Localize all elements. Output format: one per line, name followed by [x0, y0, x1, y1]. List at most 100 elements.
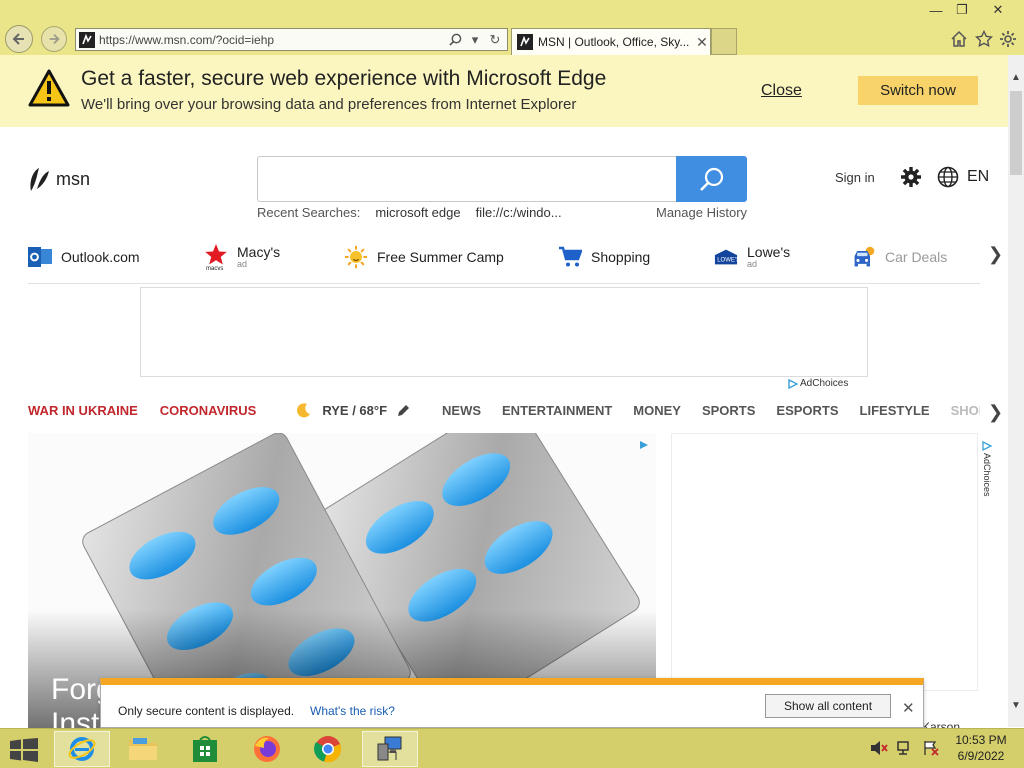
sun-icon [344, 245, 368, 269]
taskbar-file-explorer[interactable] [115, 731, 171, 767]
svg-text:macys: macys [206, 266, 223, 270]
taskbar-chrome[interactable] [300, 731, 356, 767]
settings-gear-icon[interactable] [899, 165, 923, 194]
internet-explorer-icon [68, 737, 96, 761]
scroll-thumb[interactable] [1010, 91, 1022, 175]
quicklink-car-deals[interactable]: Car Deals [852, 240, 947, 274]
action-center-flag-icon[interactable] [922, 740, 940, 756]
taskbar-internet-explorer[interactable] [54, 731, 110, 767]
switch-now-button[interactable]: Switch now [858, 76, 978, 105]
banner-ad-slot[interactable] [140, 287, 868, 377]
network-computer-icon [377, 736, 402, 761]
windows-logo-icon [10, 738, 38, 762]
recent-search-item[interactable]: microsoft edge [375, 205, 460, 220]
recent-search-item[interactable]: file://c:/windo... [476, 205, 562, 220]
nav-money[interactable]: MONEY [633, 403, 681, 418]
vertical-scrollbar[interactable]: ▲ ▼ [1008, 55, 1024, 727]
ad-tag: ad [237, 259, 248, 269]
tab-close-icon[interactable]: ✕ [694, 34, 710, 51]
weather-widget[interactable]: RYE / 68°F [296, 402, 410, 418]
search-icon [699, 167, 723, 191]
recent-searches-label: Recent Searches: [257, 205, 361, 220]
search-button[interactable] [676, 156, 747, 202]
adchoices-icon[interactable] [639, 440, 649, 450]
clock-date: 6/9/2022 [957, 749, 1005, 763]
dropdown-chevron-icon[interactable]: ▾ [467, 32, 483, 48]
back-button[interactable] [5, 25, 33, 53]
quicklink-label: Lowe's ad [747, 244, 791, 269]
whats-the-risk-link[interactable]: What's the risk? [310, 704, 395, 718]
scroll-up-icon[interactable]: ▲ [1008, 69, 1024, 85]
folder-icon [129, 738, 157, 760]
forward-button[interactable] [41, 26, 67, 52]
clock-time: 10:53 PM [955, 733, 1007, 747]
quicklink-label: Outlook.com [61, 249, 140, 265]
quicklink-label: Macy's ad [237, 244, 281, 269]
banner-subtitle: We'll bring over your browsing data and … [81, 96, 577, 113]
side-ad-slot[interactable] [671, 433, 978, 691]
settings-gear-icon[interactable] [997, 28, 1019, 50]
taskbar-store[interactable] [177, 731, 233, 767]
quicklinks-next-chevron-icon[interactable]: ❯ [988, 244, 1003, 265]
language-selector[interactable]: EN [937, 166, 989, 188]
adchoices-label: AdChoices [800, 378, 849, 389]
msn-logo[interactable]: msn [28, 165, 90, 193]
close-icon[interactable]: ✕ [902, 699, 915, 717]
nav-esports[interactable]: ESPORTS [776, 403, 838, 418]
warning-icon [28, 69, 70, 107]
start-button[interactable] [10, 738, 38, 767]
new-tab-button[interactable] [711, 28, 737, 55]
system-clock[interactable]: 10:53 PM 6/9/2022 [944, 732, 1018, 764]
nav-sports[interactable]: SPORTS [702, 403, 755, 418]
lowes-icon: LOWE'S [714, 245, 738, 269]
close-window-button[interactable]: ✕ [976, 0, 1020, 20]
nav-war-in-ukraine[interactable]: WAR IN UKRAINE [28, 403, 138, 418]
network-icon[interactable] [896, 740, 914, 756]
nav-next-chevron-icon[interactable]: ❯ [988, 402, 1003, 423]
mixed-content-notification: Only secure content is displayed. What's… [100, 678, 924, 728]
moon-icon [297, 403, 311, 418]
msn-butterfly-icon [30, 168, 49, 191]
nav-news[interactable]: NEWS [442, 403, 481, 418]
refresh-icon[interactable]: ↻ [487, 32, 503, 48]
show-all-content-button[interactable]: Show all content [765, 694, 891, 718]
address-bar[interactable]: https://www.msn.com/?ocid=iehp ▾ ↻ [75, 28, 508, 51]
scroll-down-icon[interactable]: ▼ [1008, 697, 1024, 713]
adchoices-link[interactable]: AdChoices [788, 378, 848, 389]
macys-star-icon: macys [204, 244, 228, 270]
msn-tab-favicon-icon [517, 34, 533, 50]
home-icon[interactable] [948, 28, 970, 50]
banner-close-link[interactable]: Close [761, 82, 802, 100]
globe-icon [937, 166, 959, 188]
nav-shopping[interactable]: SHOPPI [951, 403, 980, 418]
taskbar-network-app[interactable] [362, 731, 418, 767]
favorites-star-icon[interactable] [973, 28, 995, 50]
nav-entertainment[interactable]: ENTERTAINMENT [502, 403, 612, 418]
nav-coronavirus[interactable]: CORONAVIRUS [160, 403, 257, 418]
search-icon[interactable] [447, 32, 463, 48]
address-url[interactable]: https://www.msn.com/?ocid=iehp [99, 33, 447, 47]
quicklink-macys[interactable]: macys Macy's ad [204, 240, 280, 274]
sign-in-link[interactable]: Sign in [835, 170, 875, 185]
search-input[interactable] [257, 156, 677, 202]
tab-msn[interactable]: MSN | Outlook, Office, Sky... ✕ [511, 28, 711, 55]
system-tray [870, 740, 940, 756]
quicklink-summer-camp[interactable]: Free Summer Camp [344, 240, 504, 274]
quicklink-lowes[interactable]: LOWE'S Lowe's ad [714, 240, 790, 274]
language-label: EN [967, 168, 990, 185]
volume-muted-icon[interactable] [870, 740, 888, 756]
msn-logo-text: msn [56, 168, 91, 189]
manage-history-link[interactable]: Manage History [656, 205, 747, 220]
quicklink-shopping[interactable]: Shopping [558, 240, 650, 274]
nav-lifestyle[interactable]: LIFESTYLE [860, 403, 930, 418]
quicklink-outlook[interactable]: Outlook.com [28, 240, 140, 274]
taskbar-firefox[interactable] [239, 731, 295, 767]
back-arrow-icon [12, 33, 24, 45]
outlook-icon [28, 245, 52, 269]
side-adchoices-label[interactable]: AdChoices [980, 441, 994, 511]
tab-label: MSN | Outlook, Office, Sky... [538, 35, 690, 49]
adchoices-icon [788, 378, 798, 389]
edit-pencil-icon[interactable] [397, 404, 410, 417]
quick-links-bar: Outlook.com macys Macy's ad Free Summer C… [28, 240, 980, 284]
restore-button[interactable]: ❐ [946, 0, 978, 20]
